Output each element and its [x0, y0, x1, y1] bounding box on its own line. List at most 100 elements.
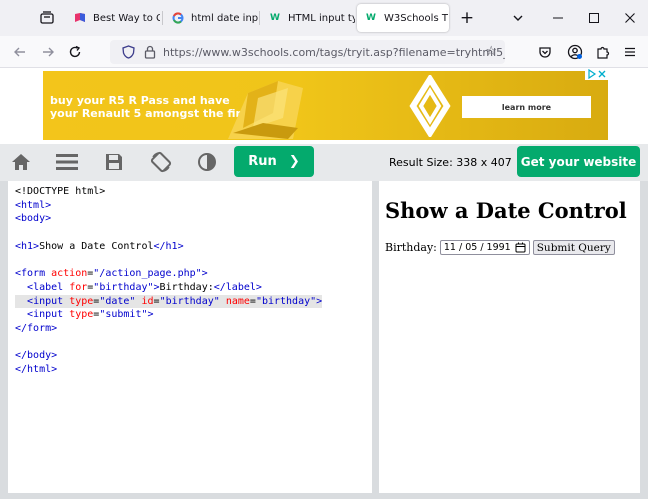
arrow-right-icon [43, 47, 54, 57]
close-window-button[interactable] [612, 0, 648, 36]
account-icon [567, 44, 583, 60]
minimize-icon [553, 17, 563, 19]
tab-list-icon [40, 11, 54, 24]
renault-logo-icon [409, 75, 451, 137]
date-value: 11 / 05 / 1991 [443, 242, 511, 253]
code-line: <html> [15, 199, 365, 213]
tab-title: HTML input typ [288, 12, 355, 24]
submit-query-button[interactable]: Submit Query [532, 240, 615, 255]
code-token: Show a Date Control [39, 240, 154, 252]
code-line-content: <!DOCTYPE html> [15, 185, 105, 199]
extensions-button[interactable] [591, 40, 615, 64]
code-token: type [69, 295, 94, 307]
navigation-bar: https://www.w3schools.com/tags/tryit.asp… [0, 36, 648, 68]
code-line [15, 253, 365, 267]
bookmark-star-icon[interactable]: ☆ [485, 44, 497, 59]
reload-button[interactable] [63, 40, 87, 64]
code-line-content [15, 253, 21, 267]
code-token: for [69, 281, 88, 293]
browser-tab[interactable]: W HTML input typ [261, 4, 355, 32]
forward-button[interactable] [36, 40, 60, 64]
browser-tab-active[interactable]: W W3Schools T ✕ [357, 4, 449, 32]
minimize-button[interactable] [540, 0, 576, 36]
menu-button[interactable] [618, 40, 642, 64]
pocket-button[interactable] [533, 40, 557, 64]
code-token: id [141, 295, 154, 307]
code-line-content: <label for="birthday">Birthday:</label> [15, 281, 262, 295]
tryit-toolbar: Run ❯ Result Size: 338 x 407 Get your we… [0, 144, 648, 181]
ad-banner[interactable]: buy your R5 R Pass and have your Renault… [43, 71, 608, 140]
code-token: <input [27, 309, 70, 321]
birthday-label: Birthday: [385, 241, 437, 254]
shield-icon[interactable] [122, 45, 135, 59]
maximize-button[interactable] [576, 0, 612, 36]
w3schools-favicon-icon: W [270, 13, 280, 23]
rotate-layout-button[interactable] [150, 151, 172, 173]
bookmark-favicon-icon [74, 12, 86, 24]
code-line-content: <body> [15, 212, 51, 226]
new-tab-button[interactable]: + [455, 6, 479, 30]
hamburger-menu-icon [625, 47, 635, 57]
lock-icon[interactable] [144, 45, 156, 59]
code-line: <!DOCTYPE html> [15, 185, 365, 199]
save-icon [106, 154, 122, 170]
birthday-date-input[interactable]: 11 / 05 / 1991 [439, 240, 530, 255]
code-token: action [51, 268, 88, 280]
result-form: Birthday: 11 / 05 / 1991 Submit Query [385, 240, 634, 255]
code-editor[interactable]: <!DOCTYPE html> <html> <body> <h1>Show a D… [8, 181, 372, 493]
rotate-device-icon [150, 151, 172, 173]
code-line-highlighted: <input type="date" id="birthday" name="b… [15, 294, 323, 309]
theme-toggle-button[interactable] [196, 151, 218, 173]
ad-learn-more-button[interactable]: learn more [462, 96, 591, 118]
code-token: > [147, 309, 154, 321]
account-button[interactable] [563, 40, 587, 64]
browser-tab[interactable]: html date inpu [164, 4, 258, 32]
get-your-website-button[interactable]: Get your website [517, 146, 640, 177]
code-line-content: </form> [15, 322, 57, 336]
result-size-text: Result Size: 338 x 407 [389, 156, 512, 169]
tab-overflow-button[interactable] [500, 0, 536, 36]
list-all-tabs-button[interactable] [34, 5, 60, 31]
ad-close-icon[interactable] [597, 69, 607, 79]
address-bar[interactable]: https://www.w3schools.com/tags/tryit.asp… [110, 40, 505, 64]
chevron-right-icon: ❯ [288, 154, 300, 169]
ad-car-graphic [228, 81, 303, 139]
code-token: > [201, 268, 208, 280]
plus-icon: + [459, 8, 475, 28]
calendar-icon[interactable] [515, 242, 526, 253]
code-token: </label> [213, 281, 262, 293]
browser-tab[interactable]: Best Way to Ca [66, 4, 160, 32]
tab-title: html date inpu [191, 12, 258, 24]
code-token: </body> [15, 350, 58, 362]
code-line-content: <h1>Show a Date Control</h1> [15, 240, 184, 254]
code-token: Birthday: [159, 281, 214, 293]
tab-title: W3Schools T [384, 12, 448, 24]
code-line [15, 336, 365, 350]
ad-choices-badge[interactable] [585, 68, 648, 80]
home-button[interactable] [10, 151, 32, 173]
code-line-content [15, 226, 21, 240]
save-button[interactable] [103, 151, 125, 173]
url-text: https://www.w3schools.com/tags/tryit.asp… [163, 45, 505, 59]
pocket-icon [539, 47, 551, 58]
code-line-content [15, 336, 21, 350]
result-heading: Show a Date Control [385, 198, 627, 223]
code-token: <label [27, 281, 70, 293]
tab-separator [162, 11, 163, 25]
code-token: name [225, 295, 250, 307]
code-token: <h1> [15, 240, 40, 252]
menu-toggle-button[interactable] [56, 151, 78, 173]
code-line: <input type="date" id="birthday" name="b… [15, 294, 365, 309]
code-token: "birthday" [255, 295, 317, 307]
ad-info-icon [588, 69, 597, 79]
result-frame: Show a Date Control Birthday: 11 / 05 / … [379, 181, 640, 493]
code-line: </html> [15, 363, 365, 377]
run-button[interactable]: Run ❯ [234, 146, 314, 177]
code-line: </body> [15, 349, 365, 363]
code-line: <body> [15, 212, 365, 226]
code-token: "birthday" [159, 295, 220, 307]
arrow-left-icon [14, 47, 25, 57]
code-token: </h1> [153, 240, 184, 252]
contrast-icon [198, 153, 216, 171]
back-button[interactable] [8, 40, 32, 64]
